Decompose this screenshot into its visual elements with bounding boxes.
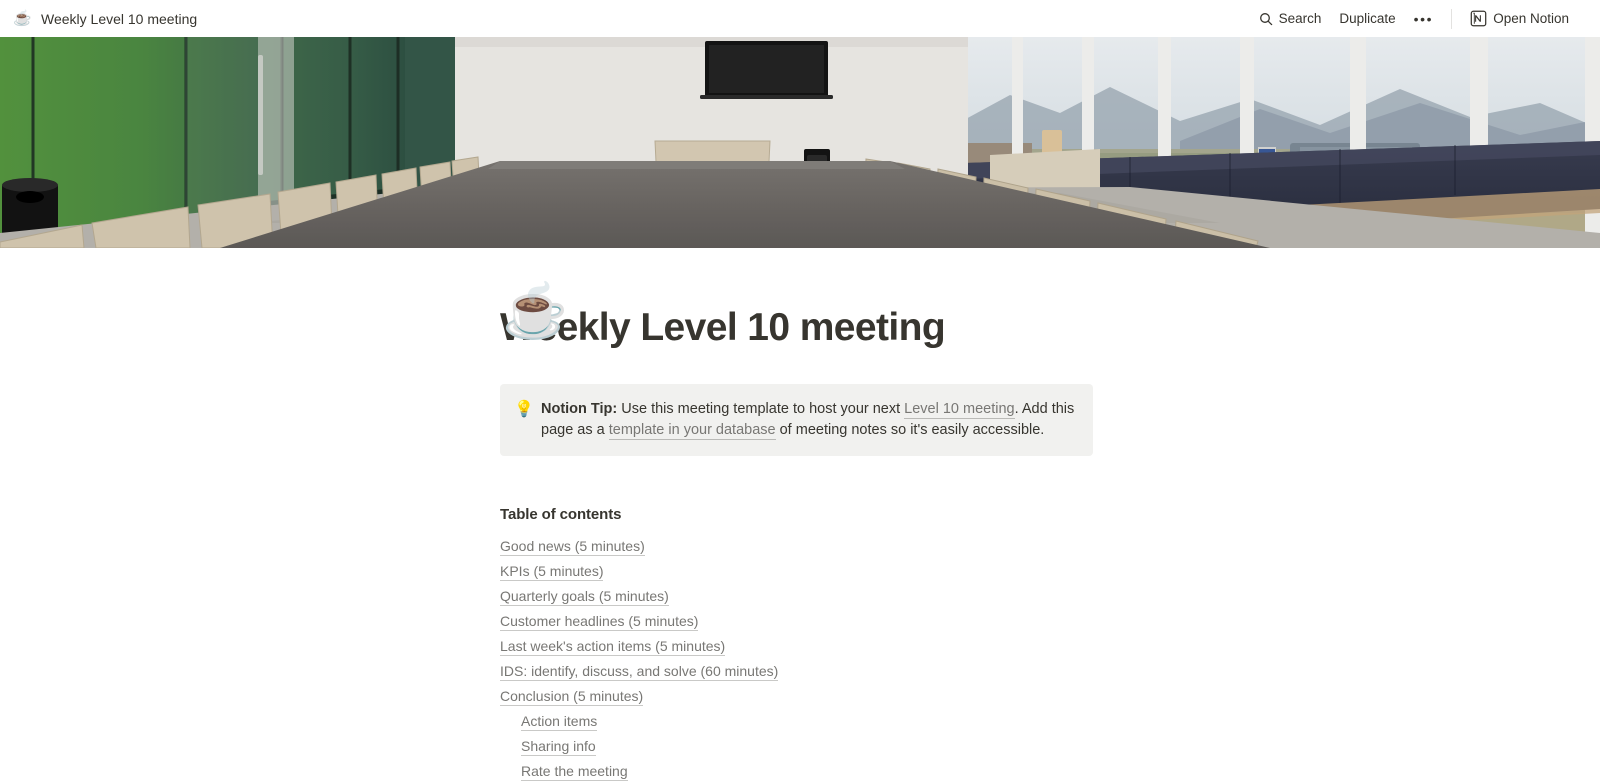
callout-lead: Notion Tip: bbox=[541, 400, 618, 417]
coffee-cup-icon: ☕ bbox=[13, 10, 32, 27]
toc-link-action-items[interactable]: Action items bbox=[521, 713, 598, 732]
toc-link-kpis[interactable]: KPIs (5 minutes) bbox=[500, 563, 604, 582]
notion-logo-icon bbox=[1470, 10, 1487, 27]
top-bar-actions: Search Duplicate ••• Open Notion bbox=[1250, 6, 1578, 31]
toc-item: Last week's action items (5 minutes) bbox=[500, 634, 1100, 659]
toolbar-divider bbox=[1451, 8, 1453, 29]
toc-item: IDS: identify, discuss, and solve (60 mi… bbox=[500, 659, 1100, 684]
page-coffee-icon[interactable]: ☕ bbox=[502, 280, 568, 344]
toc-link-quarterly-goals[interactable]: Quarterly goals (5 minutes) bbox=[500, 588, 669, 607]
cover-illustration bbox=[0, 37, 1600, 248]
duplicate-label: Duplicate bbox=[1339, 11, 1396, 26]
toc-link-customer-headlines[interactable]: Customer headlines (5 minutes) bbox=[500, 613, 699, 632]
toc-item: Conclusion (5 minutes) bbox=[500, 684, 1100, 709]
table-of-contents-list: Good news (5 minutes) KPIs (5 minutes) Q… bbox=[500, 534, 1100, 784]
toc-item: Rate the meeting bbox=[500, 759, 1100, 784]
toc-item: Action items bbox=[500, 709, 1100, 734]
duplicate-button[interactable]: Duplicate bbox=[1330, 7, 1404, 30]
lightbulb-icon: 💡 bbox=[514, 400, 534, 418]
toc-link-good-news[interactable]: Good news (5 minutes) bbox=[500, 538, 645, 557]
callout-text: Notion Tip: Use this meeting template to… bbox=[541, 399, 1077, 441]
toc-item: Good news (5 minutes) bbox=[500, 534, 1100, 559]
toc-item: Customer headlines (5 minutes) bbox=[500, 609, 1100, 634]
open-notion-button[interactable]: Open Notion bbox=[1461, 6, 1578, 31]
top-bar: ☕ Weekly Level 10 meeting Search Duplica… bbox=[0, 0, 1600, 37]
callout-text-1: Use this meeting template to host your n… bbox=[617, 400, 905, 417]
level-10-meeting-link[interactable]: Level 10 meeting bbox=[904, 400, 1015, 419]
breadcrumb-page-title: Weekly Level 10 meeting bbox=[41, 10, 198, 27]
page-title: Weekly Level 10 meeting bbox=[500, 306, 946, 349]
callout-text-3: of meeting notes so it's easily accessib… bbox=[775, 421, 1045, 438]
breadcrumb[interactable]: ☕ Weekly Level 10 meeting bbox=[13, 10, 198, 27]
toc-link-sharing-info[interactable]: Sharing info bbox=[521, 738, 596, 757]
more-options-icon: ••• bbox=[1413, 10, 1434, 27]
toc-item: KPIs (5 minutes) bbox=[500, 559, 1100, 584]
search-button[interactable]: Search bbox=[1250, 7, 1331, 30]
toc-link-rate-the-meeting[interactable]: Rate the meeting bbox=[521, 763, 628, 782]
search-icon bbox=[1259, 12, 1273, 26]
toc-item: Quarterly goals (5 minutes) bbox=[500, 584, 1100, 609]
open-notion-label: Open Notion bbox=[1493, 11, 1569, 26]
toc-link-last-weeks-action-items[interactable]: Last week's action items (5 minutes) bbox=[500, 638, 726, 657]
notion-tip-callout: 💡 Notion Tip: Use this meeting template … bbox=[500, 383, 1093, 456]
table-of-contents-heading: Table of contents bbox=[500, 505, 622, 523]
toc-item: Sharing info bbox=[500, 734, 1100, 759]
template-in-database-link[interactable]: template in your database bbox=[608, 421, 776, 440]
toc-link-conclusion[interactable]: Conclusion (5 minutes) bbox=[500, 688, 644, 707]
more-options-button[interactable]: ••• bbox=[1405, 8, 1443, 30]
toc-link-ids[interactable]: IDS: identify, discuss, and solve (60 mi… bbox=[500, 663, 779, 682]
page-content: ☕ Weekly Level 10 meeting 💡 Notion Tip: … bbox=[0, 248, 1600, 784]
search-label: Search bbox=[1278, 11, 1322, 26]
cover-image[interactable] bbox=[0, 37, 1600, 248]
